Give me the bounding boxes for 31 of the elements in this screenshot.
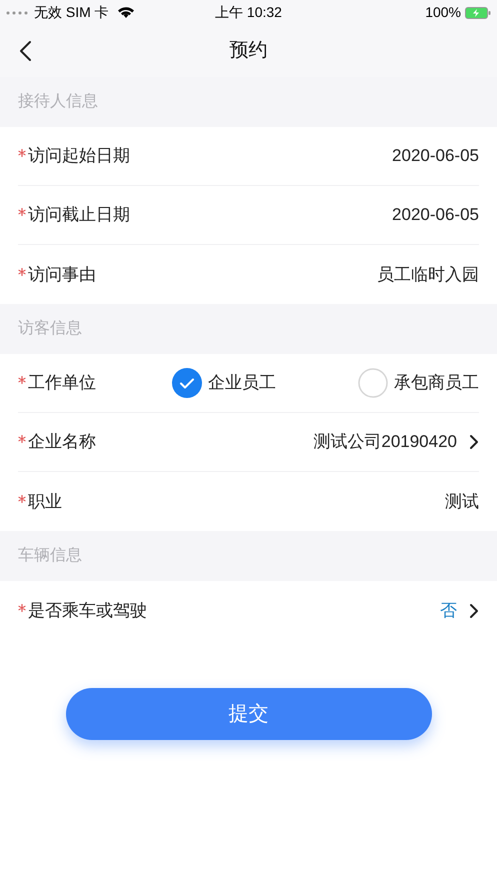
battery-text: 100%: [425, 3, 462, 22]
field-label: 是否乘车或驾驶: [28, 600, 147, 622]
field-value: 2020-06-05: [392, 204, 479, 226]
field-value[interactable]: 否: [440, 598, 457, 624]
chevron-right-icon: [469, 602, 479, 618]
submit-button[interactable]: 提交: [66, 688, 432, 740]
page-title: 预约: [230, 38, 268, 63]
radio-label[interactable]: 企业员工: [208, 370, 276, 396]
section-header: 车辆信息: [0, 531, 497, 581]
carrier-text: 无效 SIM 卡: [34, 3, 109, 22]
checked-radio-icon[interactable]: [172, 368, 202, 398]
field-label: 访问起始日期: [28, 145, 130, 168]
time-text: 上午 10:32: [214, 3, 283, 22]
field-value[interactable]: 测试公司20190420: [313, 429, 457, 455]
field-value: 测试: [445, 490, 479, 513]
field-label: 工作单位: [28, 372, 96, 394]
radio-label[interactable]: 承包商员工: [394, 370, 479, 396]
back-icon[interactable]: [18, 40, 32, 62]
section-header: 访客信息: [0, 304, 497, 354]
field-value: 员工临时入园: [377, 264, 479, 286]
field-label: 职业: [28, 490, 62, 513]
chevron-right-icon: [469, 434, 479, 450]
field-label: 企业名称: [28, 431, 96, 454]
field-value: 2020-06-05: [392, 145, 479, 168]
signal-icon: [6, 10, 30, 14]
wifi-icon: [116, 6, 135, 19]
section-header: 接待人信息: [0, 77, 497, 127]
field-label: 访问事由: [28, 264, 96, 286]
battery-icon: [465, 6, 492, 18]
field-label: 访问截止日期: [28, 204, 130, 226]
radio-icon[interactable]: [358, 368, 388, 398]
